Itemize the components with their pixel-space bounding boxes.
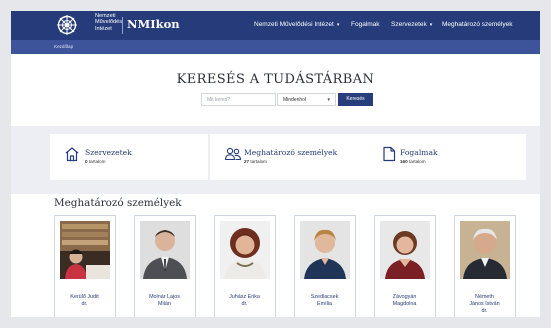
person-photo [60, 221, 110, 279]
person-photo [300, 221, 350, 279]
card-count: 0 tartalom [85, 159, 105, 164]
person-card[interactable]: Juhász Erika dr. [214, 215, 276, 317]
person-name: Molnár Lajos Milán [135, 294, 194, 308]
chevron-down-icon: ▾ [429, 22, 433, 28]
person-name-line: Kerülő Judit [70, 294, 99, 300]
logo-line: Intézet [95, 25, 112, 32]
person-photo [460, 221, 510, 279]
card-title: Fogalmak [400, 148, 438, 157]
person-name-line: Németh [475, 294, 494, 300]
scope-select[interactable]: Mindenhol ▼ [277, 93, 336, 106]
person-name: Kerülő Judit dr. [55, 294, 114, 308]
search-title: KERESÉS A TUDÁSTÁRBAN [176, 72, 375, 87]
browser-page: Nemzeti Művelődési Intézet NMIkon Nemzet… [11, 11, 540, 317]
brand-name[interactable]: NMIkon [127, 17, 180, 31]
nav-item-persons[interactable]: Meghatározó személyek [442, 21, 512, 28]
person-name-line: Szedlacsek [310, 294, 339, 300]
scope-select-value: Mindenhol [283, 97, 307, 103]
chevron-down-icon: ▼ [326, 97, 331, 102]
search-button[interactable]: Keresés [338, 93, 373, 106]
logo-divider [122, 17, 123, 34]
count-value: 0 [85, 159, 88, 164]
person-photo [380, 221, 430, 279]
nav-item-organizations[interactable]: Szervezetek ▾ [391, 21, 432, 28]
nav-item-concepts[interactable]: Fogalmak [351, 21, 380, 28]
document-icon [383, 146, 396, 162]
person-name-line: Emília [317, 301, 332, 307]
person-name-line: dr. [241, 301, 248, 307]
person-name: Szedlacsek Emília [295, 294, 354, 308]
nav-label: Meghatározó személyek [442, 21, 513, 28]
person-name-line: János István [469, 301, 500, 307]
breadcrumb-home[interactable]: Kezdőlap [54, 44, 73, 49]
person-photo [140, 221, 190, 279]
nav-label: Nemzeti Művelődési Intézet [254, 21, 334, 28]
person-name-line: dr. [481, 308, 488, 314]
category-card-persons[interactable]: Meghatározó személyek 27 tartalom [210, 134, 368, 180]
search-input[interactable]: Mit keres? [201, 93, 276, 106]
nav-label: Fogalmak [351, 21, 380, 28]
person-card[interactable]: Szedlacsek Emília [294, 215, 356, 317]
person-name: Závogyán Magdolna [375, 294, 434, 308]
person-card[interactable]: Németh János István dr. [454, 215, 516, 317]
logo-text: Nemzeti Művelődési Intézet [95, 13, 123, 32]
person-name-line: Molnár Lajos [149, 294, 180, 300]
card-title: Szervezetek [85, 148, 132, 157]
people-section-title: Meghatározó személyek [54, 197, 182, 209]
count-unit: tartalom [250, 159, 268, 164]
person-name-line: Milán [158, 301, 171, 307]
person-card[interactable]: Kerülő Judit dr. [54, 215, 116, 317]
person-name-line: Juhász Erika [229, 294, 260, 300]
person-name: Németh János István dr. [455, 294, 514, 315]
breadcrumb-bar: Kezdőlap [11, 40, 540, 54]
search-placeholder: Mit keres? [207, 97, 231, 103]
count-unit: tartalom [408, 159, 426, 164]
count-value: 160 [400, 159, 408, 164]
logo-line: Művelődési [95, 19, 124, 26]
nav-item-institute[interactable]: Nemzeti Művelődési Intézet ▾ [254, 21, 339, 28]
institute-logo-icon[interactable] [56, 14, 78, 36]
card-title: Meghatározó személyek [244, 148, 338, 157]
person-card[interactable]: Závogyán Magdolna [374, 215, 436, 317]
person-name: Juhász Erika dr. [215, 294, 274, 308]
building-icon [65, 147, 79, 162]
people-icon [224, 147, 242, 161]
person-card[interactable]: Molnár Lajos Milán [134, 215, 196, 317]
chevron-down-icon: ▾ [336, 22, 340, 28]
nav-label: Szervezetek [391, 21, 427, 28]
person-name-line: dr. [81, 301, 88, 307]
count-unit: tartalom [88, 159, 106, 164]
count-value: 27 [244, 159, 250, 164]
person-photo [220, 221, 270, 279]
card-count: 27 tartalom [244, 159, 267, 164]
category-card-organizations[interactable]: Szervezetek 0 tartalom [50, 134, 208, 180]
person-name-line: Závogyán [392, 294, 417, 300]
category-card-concepts[interactable]: Fogalmak 160 tartalom [368, 134, 526, 180]
top-navbar: Nemzeti Művelődési Intézet NMIkon Nemzet… [11, 11, 540, 40]
person-name-line: Magdolna [392, 301, 417, 307]
card-count: 160 tartalom [400, 159, 426, 164]
